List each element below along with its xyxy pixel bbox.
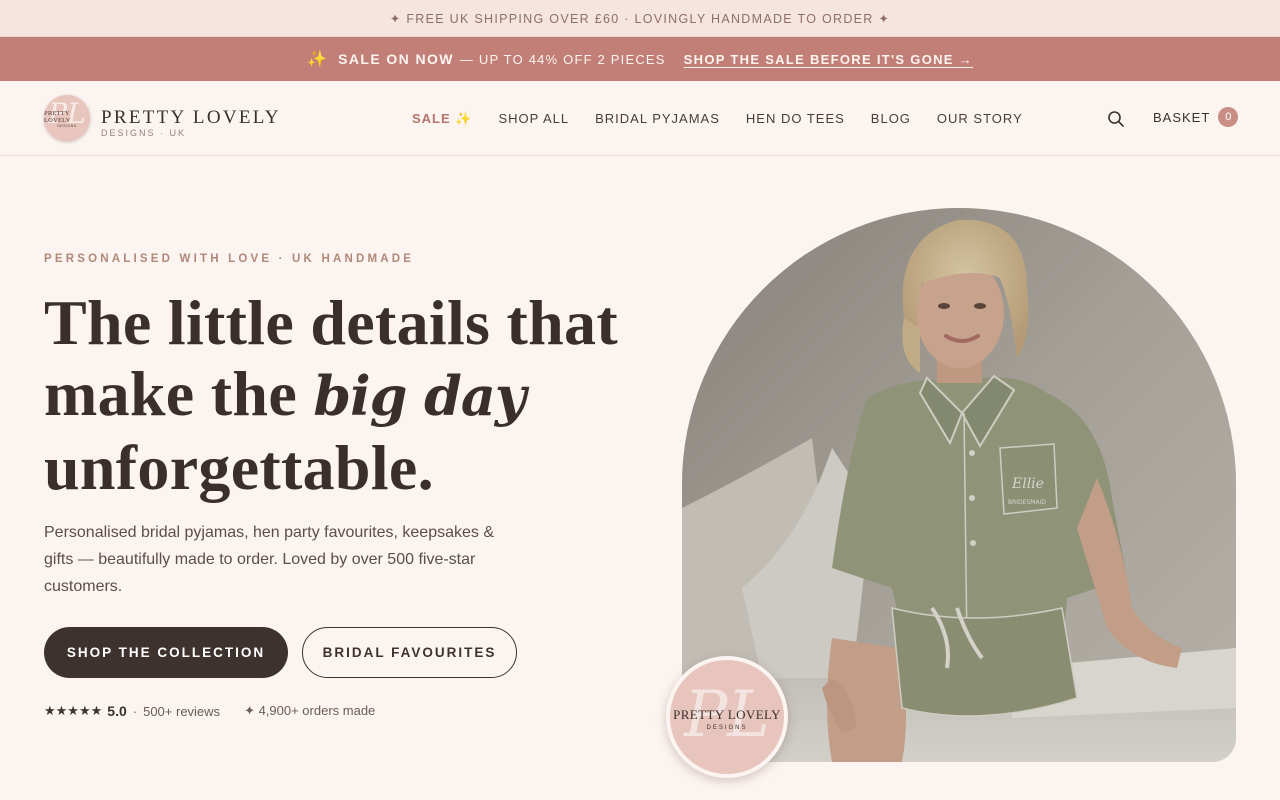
rating-value: 5.0 [107,703,127,719]
shipping-announcement-bar: ✦ FREE UK SHIPPING OVER £60 · LOVINGLY H… [0,0,1280,37]
social-proof: ★★★★★ 5.0 · 500+ reviews ✦ 4,900+ orders… [44,703,376,719]
logo-badge-line2: DESIGNS [57,124,77,128]
basket-count-badge: 0 [1218,107,1239,127]
sparkle-icon: ✨ [455,110,473,126]
hero-badge-line2: DESIGNS [706,725,748,731]
nav-item-hen-do-tees[interactable]: HEN DO TEES [746,111,845,126]
orders-count: ✦ 4,900+ orders made [244,703,376,718]
brand-name[interactable]: PRETTY LOVELY [101,107,281,129]
search-icon[interactable] [1107,110,1125,128]
hero-logo-badge: PL PRETTY LOVELY DESIGNS [666,656,788,778]
bridal-favourites-button[interactable]: BRIDAL FAVOURITES [302,627,517,678]
hero-headline-emphasis: big day [313,364,526,428]
sale-headline: SALE ON NOW [338,51,454,67]
star-rating-icon: ★★★★★ [44,703,103,718]
sale-subtext: — UP TO 44% OFF 2 PIECES [459,51,666,67]
hero-description: Personalised bridal pyjamas, hen party f… [44,524,495,595]
nav-item-sale[interactable]: SALE ✨ [412,111,472,127]
hero-eyebrow: PERSONALISED WITH LOVE · UK HANDMADE [44,253,415,265]
hero-headline: The little details that make the big day… [44,287,618,503]
main-navigation: SALE ✨ SHOP ALL BRIDAL PYJAMAS HEN DO TE… [412,81,1023,156]
basket-label: BASKET [1153,109,1211,125]
brand-subtitle: DESIGNS · UK [101,128,187,138]
logo-badge-line1: PRETTY LOVELY [44,110,71,124]
sale-announcement-bar: ✨ SALE ON NOW — UP TO 44% OFF 2 PIECES S… [0,37,1280,81]
site-header: PL PRETTY LOVELY DESIGNS PRETTY LOVELY D… [0,81,1280,156]
review-count: 500+ reviews [143,703,221,719]
shipping-announcement-text: ✦ FREE UK SHIPPING OVER £60 · LOVINGLY H… [389,11,891,26]
sparkle-icon: ✨ [307,51,329,68]
nav-item-bridal-pyjamas[interactable]: BRIDAL PYJAMAS [595,111,720,126]
basket-button[interactable]: BASKET 0 [1153,107,1239,127]
hero-badge-line1: PRETTY LOVELY [673,707,781,722]
nav-item-our-story[interactable]: OUR STORY [937,111,1023,126]
nav-item-shop-all[interactable]: SHOP ALL [498,111,569,126]
logo-badge[interactable]: PL PRETTY LOVELY DESIGNS [44,95,90,141]
shop-collection-button[interactable]: SHOP THE COLLECTION [44,627,288,678]
nav-item-blog[interactable]: BLOG [871,111,911,126]
shop-sale-link[interactable]: SHOP THE SALE BEFORE IT'S GONE → [684,52,973,67]
